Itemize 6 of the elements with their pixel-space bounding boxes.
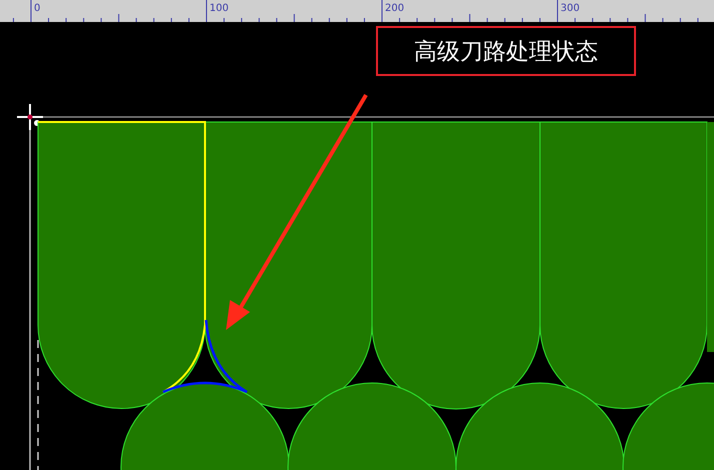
ruler-label: 100 — [210, 3, 229, 14]
annotation-label: 高级刀路处理状态 — [376, 26, 636, 76]
crosshair-icon — [17, 104, 43, 130]
ruler-label: 0 — [34, 3, 40, 14]
ruler-label: 200 — [385, 3, 404, 14]
ruler-label: 300 — [560, 3, 580, 14]
